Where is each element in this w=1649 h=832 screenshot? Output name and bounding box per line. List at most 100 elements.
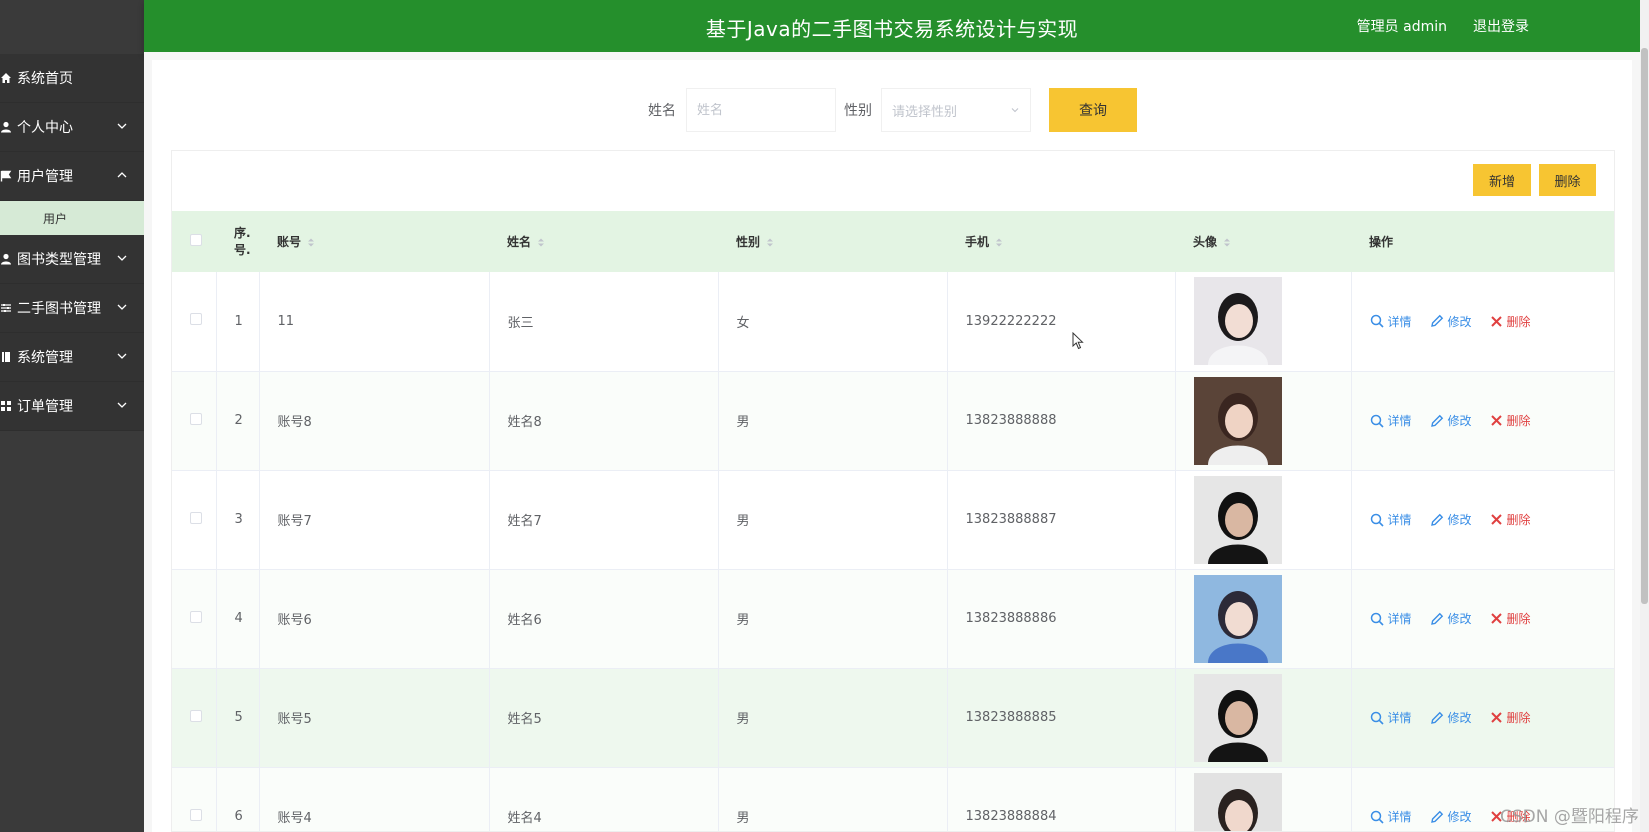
row-account: 账号5	[259, 668, 490, 768]
detail-button[interactable]: 详情	[1370, 610, 1412, 627]
sidebar-item-home[interactable]: 系统首页	[0, 54, 144, 103]
column-header-name[interactable]: 姓名	[489, 211, 718, 272]
row-checkbox[interactable]	[190, 313, 202, 326]
column-header-index: 序. 号.	[216, 211, 259, 272]
row-checkbox[interactable]	[190, 511, 202, 524]
user-icon	[0, 253, 16, 265]
username: admin	[1403, 19, 1447, 35]
detail-label: 详情	[1387, 414, 1412, 428]
sidebar-item-user-management[interactable]: 用户管理	[0, 152, 144, 201]
current-user: 管理员 admin	[1357, 16, 1447, 36]
edit-button[interactable]: 修改	[1430, 511, 1472, 528]
name-search-input[interactable]	[686, 88, 836, 132]
row-gender: 男	[718, 569, 948, 669]
detail-button[interactable]: 详情	[1370, 412, 1412, 429]
pencil-icon	[1430, 414, 1443, 427]
detail-button[interactable]: 详情	[1370, 808, 1412, 825]
index-header-line2: 号.	[234, 242, 251, 257]
column-header-avatar[interactable]: 头像	[1175, 211, 1351, 272]
delete-button[interactable]: 删除	[1539, 164, 1596, 196]
row-avatar-cell	[1175, 371, 1352, 471]
table-row: 6 账号4 姓名4 男 13823888884 详情 修改 删除	[172, 767, 1614, 831]
select-all-checkbox[interactable]	[190, 234, 202, 246]
edit-button[interactable]: 修改	[1430, 412, 1472, 429]
top-header: 基于Java的二手图书交易系统设计与实现 管理员 admin 退出登录	[144, 0, 1640, 52]
sidebar-item-book-types[interactable]: 图书类型管理	[0, 235, 144, 284]
sort-icon[interactable]	[995, 237, 1003, 248]
detail-button[interactable]: 详情	[1370, 709, 1412, 726]
sidebar-subitem-users[interactable]: 用户	[0, 201, 144, 235]
sort-icon[interactable]	[307, 237, 315, 248]
avatar	[1193, 475, 1282, 564]
row-avatar-cell	[1175, 668, 1352, 768]
row-name: 姓名5	[489, 668, 719, 768]
chevron-down-icon	[117, 123, 127, 129]
edit-label: 修改	[1447, 612, 1472, 626]
detail-label: 详情	[1387, 612, 1412, 626]
sidebar: 系统首页 个人中心 用户管理 用户 图书类型管理 二手图书管理 系统管理 订单管…	[0, 0, 144, 832]
add-button[interactable]: 新增	[1473, 164, 1531, 196]
avatar	[1193, 574, 1282, 663]
delete-row-button[interactable]: 删除	[1490, 412, 1531, 429]
column-header-label: 操作	[1369, 235, 1394, 249]
row-actions: 详情 修改 删除	[1370, 511, 1615, 528]
row-account: 账号4	[259, 767, 490, 831]
detail-button[interactable]: 详情	[1370, 511, 1412, 528]
gender-select[interactable]: 请选择性别	[881, 88, 1031, 132]
search-icon	[1370, 414, 1384, 428]
table-row: 2 账号8 姓名8 男 13823888888 详情 修改 删除	[172, 371, 1614, 471]
chevron-down-icon	[117, 255, 127, 261]
row-actions-cell: 详情 修改 删除	[1351, 470, 1615, 570]
row-actions: 详情 修改 删除	[1370, 610, 1615, 627]
delete-row-button[interactable]: 删除	[1490, 709, 1531, 726]
column-header-phone[interactable]: 手机	[947, 211, 1175, 272]
sidebar-item-system[interactable]: 系统管理	[0, 333, 144, 382]
sidebar-item-personal[interactable]: 个人中心	[0, 103, 144, 152]
detail-label: 详情	[1387, 314, 1412, 329]
sidebar-item-orders[interactable]: 订单管理	[0, 382, 144, 431]
edit-label: 修改	[1447, 513, 1472, 527]
sidebar-top	[0, 0, 144, 54]
edit-button[interactable]: 修改	[1430, 610, 1472, 627]
row-checkbox[interactable]	[190, 610, 202, 623]
book-icon	[0, 351, 16, 363]
row-index: 2	[216, 371, 260, 471]
edit-button[interactable]: 修改	[1430, 709, 1472, 726]
delete-label: 删除	[1506, 612, 1531, 626]
delete-label: 删除	[1506, 314, 1531, 329]
row-actions-cell: 详情 修改 删除	[1351, 668, 1614, 768]
row-checkbox[interactable]	[190, 412, 202, 425]
page-scrollbar-thumb[interactable]	[1641, 48, 1648, 604]
row-checkbox[interactable]	[190, 709, 202, 722]
sidebar-item-used-books[interactable]: 二手图书管理	[0, 284, 144, 333]
row-avatar-cell	[1175, 569, 1352, 669]
row-name: 姓名8	[489, 371, 719, 471]
row-avatar-cell	[1175, 272, 1352, 372]
column-header-gender[interactable]: 性别	[718, 211, 947, 272]
edit-button[interactable]: 修改	[1430, 808, 1472, 825]
row-index: 1	[216, 272, 260, 372]
delete-label: 删除	[1506, 711, 1531, 725]
logout-link[interactable]: 退出登录	[1473, 16, 1529, 36]
pencil-icon	[1430, 810, 1443, 823]
query-button[interactable]: 查询	[1049, 88, 1137, 132]
close-icon	[1490, 316, 1502, 327]
column-header-actions: 操作	[1351, 211, 1614, 272]
row-select-cell	[172, 272, 217, 372]
sort-icon[interactable]	[766, 237, 774, 248]
name-search-field[interactable]	[697, 102, 835, 118]
column-header-label: 手机	[965, 235, 990, 249]
row-checkbox[interactable]	[190, 808, 202, 821]
sort-icon[interactable]	[537, 237, 545, 248]
edit-label: 修改	[1447, 711, 1472, 725]
delete-row-button[interactable]: 删除	[1490, 610, 1531, 627]
detail-button[interactable]: 详情	[1370, 313, 1412, 330]
table-row: 5 账号5 姓名5 男 13823888885 详情 修改 删除	[172, 668, 1614, 768]
column-header-account[interactable]: 账号	[259, 211, 489, 272]
edit-button[interactable]: 修改	[1430, 313, 1472, 330]
delete-row-button[interactable]: 删除	[1490, 313, 1531, 330]
row-phone: 13823888885	[947, 668, 1176, 768]
detail-label: 详情	[1387, 810, 1412, 824]
delete-row-button[interactable]: 删除	[1490, 511, 1531, 528]
sort-icon[interactable]	[1223, 237, 1231, 248]
